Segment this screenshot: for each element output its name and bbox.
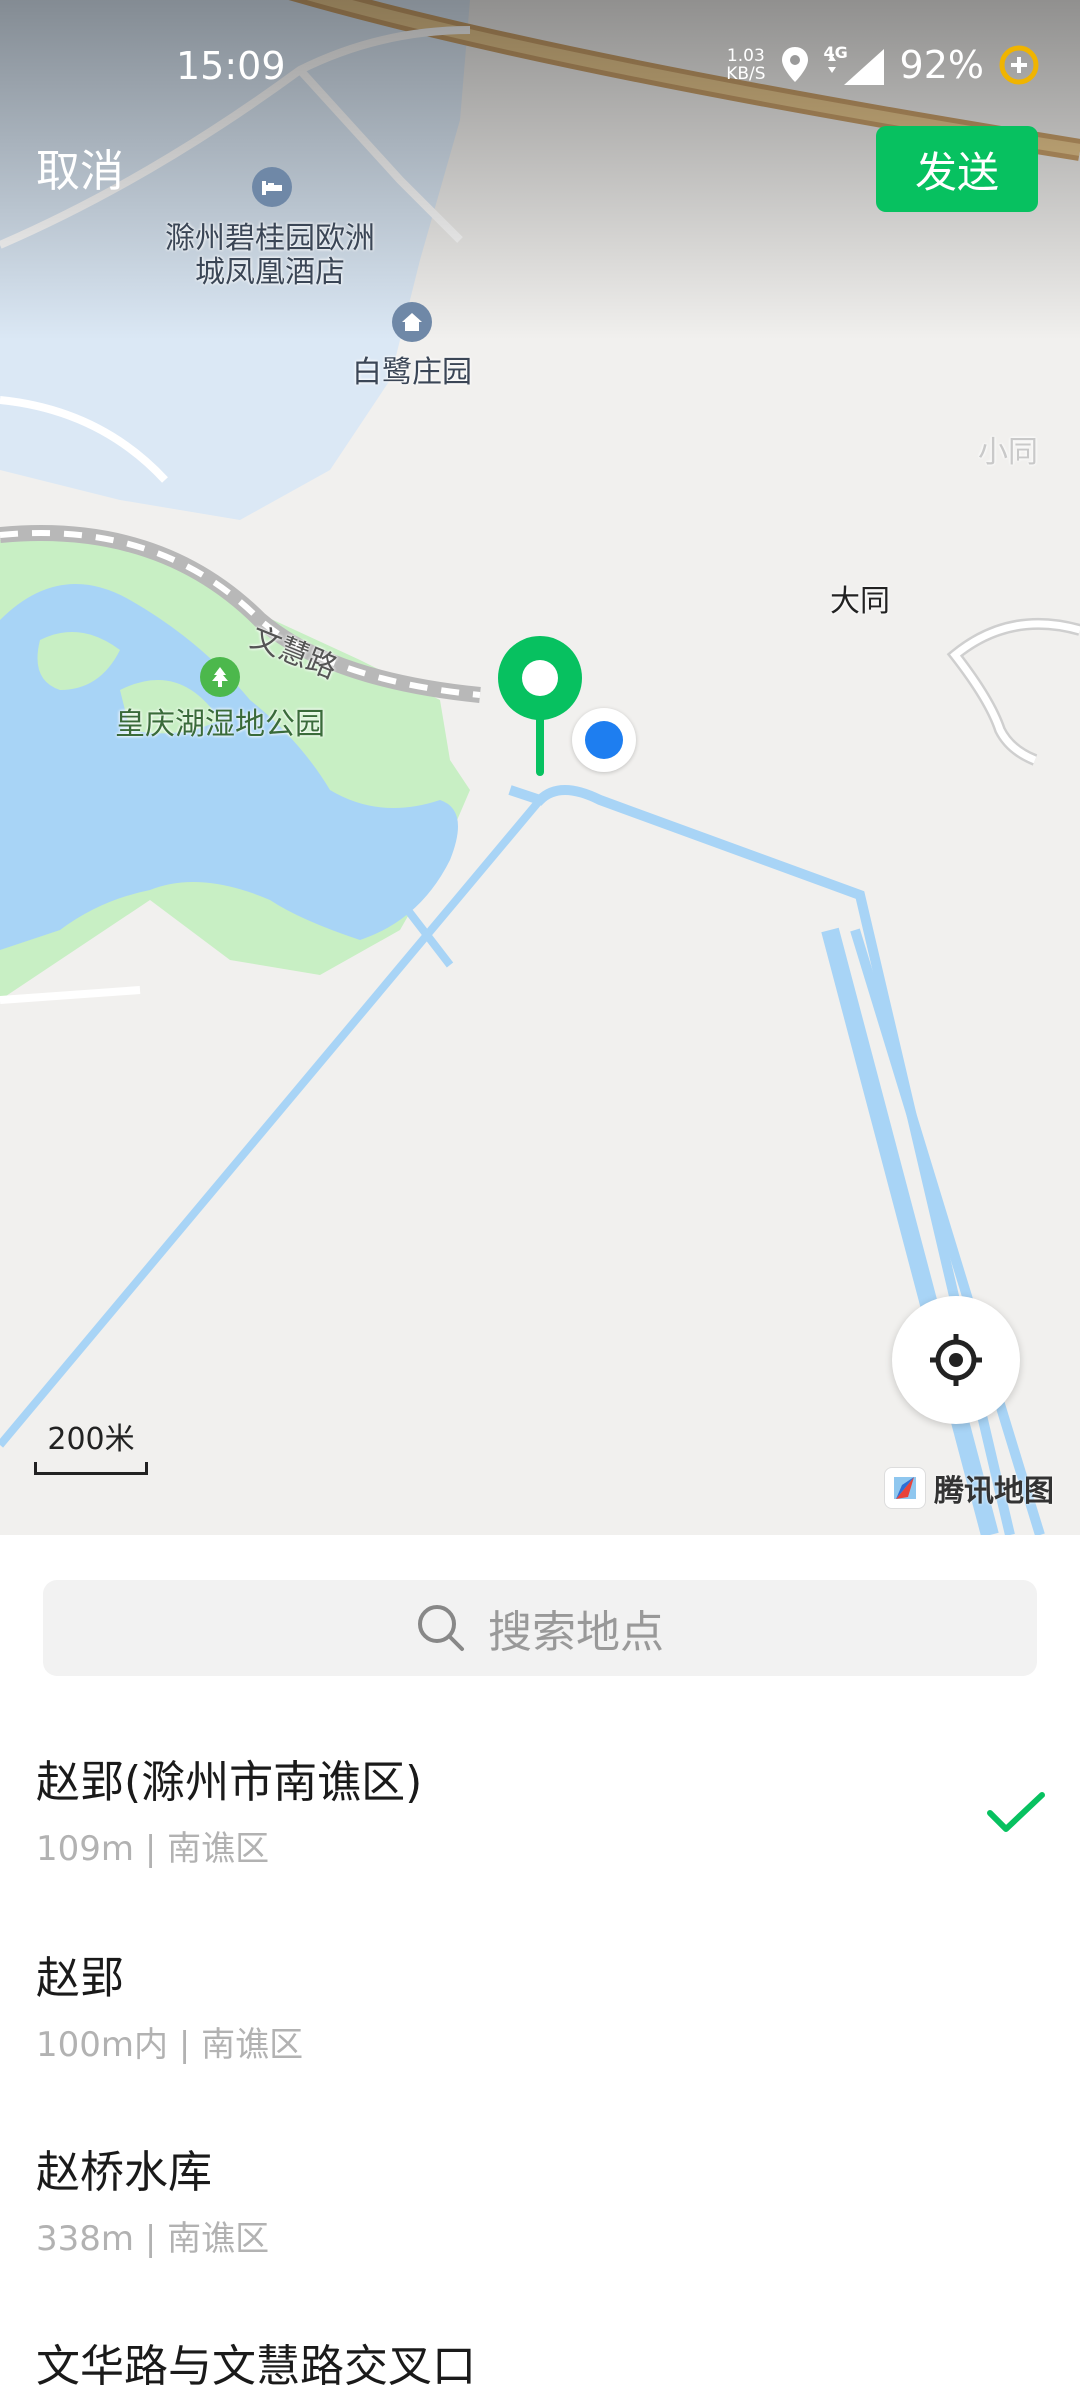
- poi-hotel-label[interactable]: 滁州碧桂园欧洲 城凤凰酒店: [150, 222, 390, 290]
- search-placeholder: 搜索地点: [488, 1607, 664, 1658]
- poi-park-label[interactable]: 皇庆湖湿地公园: [100, 708, 340, 742]
- result-title: 文华路与文慧路交叉口: [36, 2341, 476, 2392]
- tencent-map-logo-icon: [884, 1467, 926, 1509]
- cancel-button[interactable]: 取消: [36, 135, 124, 199]
- result-subtitle: 109m | 南谯区: [36, 1829, 270, 1869]
- checkmark-icon: [987, 1792, 1045, 1832]
- my-location-dot: [572, 708, 636, 772]
- result-subtitle: 338m | 南谯区: [36, 2219, 270, 2259]
- map-scale: 200米: [34, 1414, 148, 1475]
- result-item-0[interactable]: 赵郢(滁州市南谯区) 109m | 南谯区: [36, 1757, 1046, 1870]
- poi-hotel-line2: 城凤凰酒店: [195, 255, 345, 290]
- result-title: 赵桥水库: [36, 2147, 212, 2198]
- location-sheet: 搜索地点 赵郢(滁州市南谯区) 109m | 南谯区 赵郢 100m内 | 南谯…: [0, 1535, 1080, 2400]
- net-speed-unit: KB/S: [726, 64, 766, 84]
- status-icons: 1.03 KB/S 4G 92%: [726, 40, 1040, 90]
- home-icon: [392, 302, 432, 342]
- result-subtitle: 100m内 | 南谯区: [36, 2025, 304, 2065]
- locate-me-button[interactable]: [892, 1296, 1020, 1424]
- scale-label: 200米: [47, 1422, 135, 1457]
- net-speed-value: 1.03: [726, 46, 765, 66]
- search-input[interactable]: 搜索地点: [43, 1580, 1037, 1676]
- map-provider: 腾讯地图: [884, 1466, 1054, 1510]
- result-title: 赵郢(滁州市南谯区): [36, 1757, 423, 1808]
- battery-saver-icon: [999, 45, 1039, 85]
- result-title: 赵郢: [36, 1953, 124, 2004]
- location-pin-icon[interactable]: [496, 634, 584, 782]
- poi-bailu-label[interactable]: 白鹭庄园: [330, 356, 494, 390]
- net-speed: 1.03 KB/S: [726, 47, 765, 83]
- park-icon: [200, 657, 240, 697]
- signal-icon: 4G: [824, 43, 886, 85]
- status-time: 15:09: [176, 44, 286, 88]
- location-status-icon: [781, 47, 808, 82]
- crosshair-icon: [930, 1334, 982, 1386]
- result-item-1[interactable]: 赵郢 100m内 | 南谯区: [36, 1953, 1046, 2066]
- result-item-2[interactable]: 赵桥水库 338m | 南谯区: [36, 2147, 1046, 2260]
- scale-bar: [34, 1462, 148, 1475]
- provider-name: 腾讯地图: [934, 1474, 1054, 1509]
- send-button[interactable]: 发送: [876, 126, 1038, 212]
- poi-datong-label[interactable]: 大同: [820, 585, 900, 619]
- result-item-3[interactable]: 文华路与文慧路交叉口: [36, 2341, 1046, 2393]
- map-view[interactable]: 滁州碧桂园欧洲 城凤凰酒店 白鹭庄园 皇庆湖湿地公园 大同 小同 文慧路 15:…: [0, 0, 1080, 1535]
- poi-hotel-line1: 滁州碧桂园欧洲: [165, 221, 375, 256]
- poi-xiaotong-label: 小同: [978, 435, 1038, 470]
- battery-percent: 92%: [899, 43, 984, 87]
- hotel-icon: [252, 167, 292, 207]
- search-icon: [418, 1605, 464, 1651]
